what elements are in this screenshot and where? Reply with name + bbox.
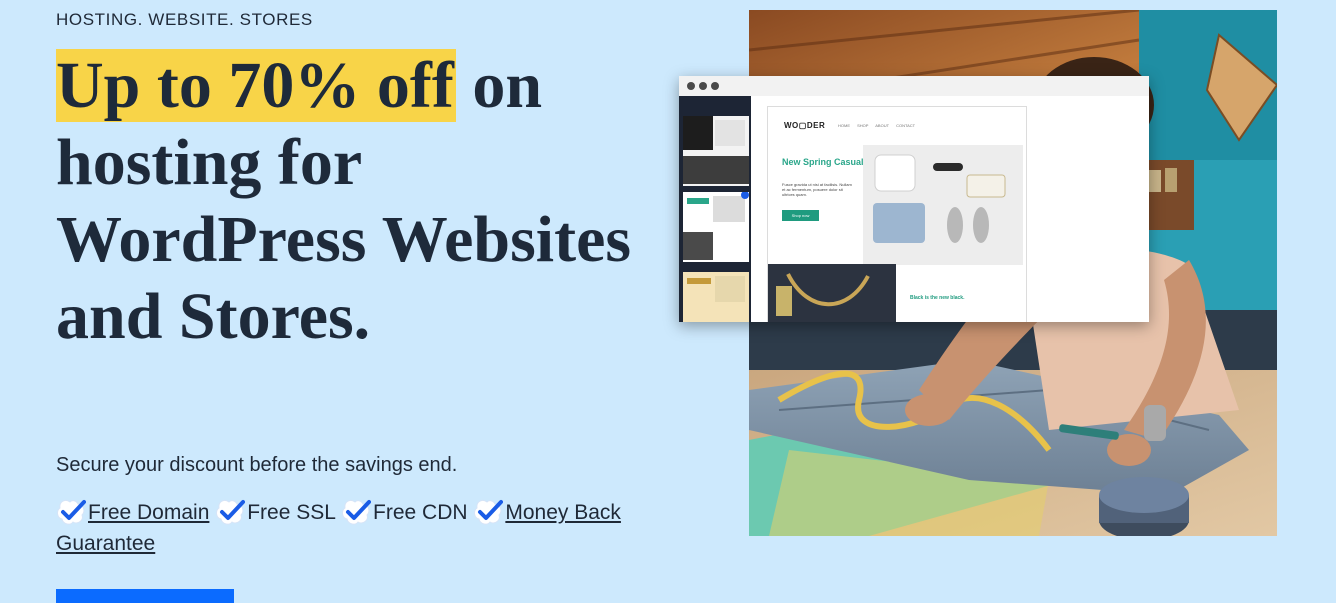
- page-title: Up to 70% off on hosting for WordPress W…: [56, 47, 656, 355]
- hero-section: HOSTING. WEBSITE. STORES Up to 70% off o…: [0, 0, 1336, 603]
- template-thumbnail-art: [683, 116, 749, 184]
- check-badge-icon: [342, 499, 372, 525]
- feature-free-cdn: Free CDN: [341, 499, 473, 525]
- template-thumbnail-art: [683, 191, 749, 260]
- mockup-site-preview: WO▢DER HOME SHOP ABOUT CONTACT New Sprin…: [767, 106, 1027, 322]
- feature-free-domain: Free Domain: [56, 499, 215, 525]
- window-dot-icon: [699, 82, 707, 90]
- site-hero-title: New Spring Casuals: [782, 157, 869, 167]
- free-cdn-label: Free CDN: [373, 501, 468, 524]
- template-thumbnail: [683, 272, 749, 322]
- eyebrow-text: HOSTING. WEBSITE. STORES: [56, 10, 313, 29]
- headline-highlight: Up to 70% off: [56, 49, 456, 122]
- site-product-image: [863, 145, 1023, 265]
- free-domain-link[interactable]: Free Domain: [88, 501, 209, 524]
- site-article-title: Black is the new black.: [910, 295, 965, 301]
- feature-list: Free Domain Free SSL Free CDN Money Back…: [56, 497, 676, 559]
- mockup-sidebar: [679, 96, 751, 322]
- get-started-button[interactable]: [56, 589, 234, 603]
- template-thumbnail: [683, 116, 749, 186]
- free-ssl-label: Free SSL: [247, 501, 336, 524]
- check-badge-icon: [474, 499, 504, 525]
- site-logo: WO▢DER: [784, 121, 826, 130]
- feature-free-ssl: Free SSL: [215, 499, 341, 525]
- template-thumbnail-art: [687, 276, 745, 302]
- subheadline: Secure your discount before the savings …: [56, 454, 458, 476]
- site-jewelry-image: [768, 264, 896, 322]
- site-hero-body: Fusce gravida ut nisi at facilisis. Null…: [782, 182, 852, 197]
- site-shop-button: Shop now: [782, 210, 819, 221]
- check-badge-icon: [216, 499, 246, 525]
- mockup-titlebar: [679, 76, 1149, 96]
- website-builder-mockup: WO▢DER HOME SHOP ABOUT CONTACT New Sprin…: [679, 76, 1149, 322]
- window-dot-icon: [711, 82, 719, 90]
- site-nav: HOME SHOP ABOUT CONTACT: [838, 123, 916, 128]
- window-dot-icon: [687, 82, 695, 90]
- check-badge-icon: [57, 499, 86, 525]
- template-thumbnail-selected: [683, 191, 749, 262]
